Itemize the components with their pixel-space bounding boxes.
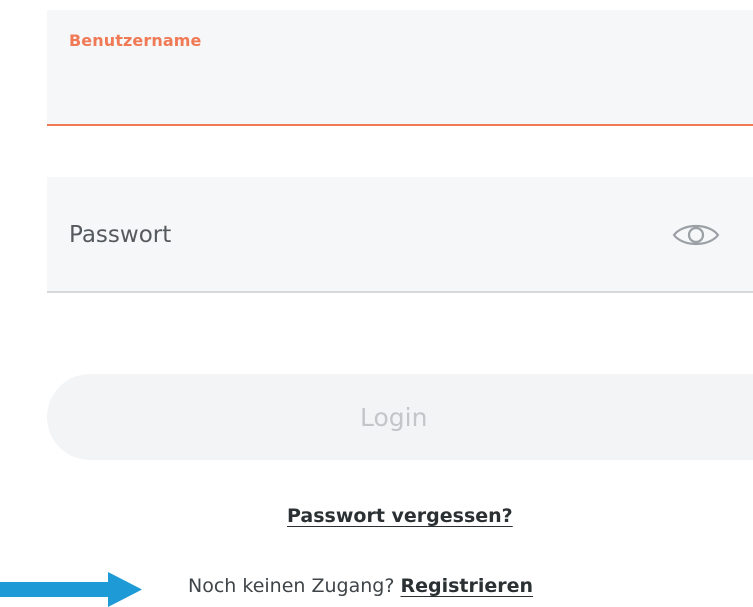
login-page: Benutzername Passwort Login Passwort ver…	[0, 0, 753, 607]
arrow-right-icon	[0, 572, 142, 607]
register-prompt: Noch keinen Zugang? Registrieren	[188, 575, 533, 597]
forgot-password-link[interactable]: Passwort vergessen?	[287, 505, 513, 527]
register-link[interactable]: Registrieren	[400, 575, 533, 597]
no-account-text: Noch keinen Zugang?	[188, 575, 401, 597]
login-button[interactable]: Login	[47, 374, 753, 460]
